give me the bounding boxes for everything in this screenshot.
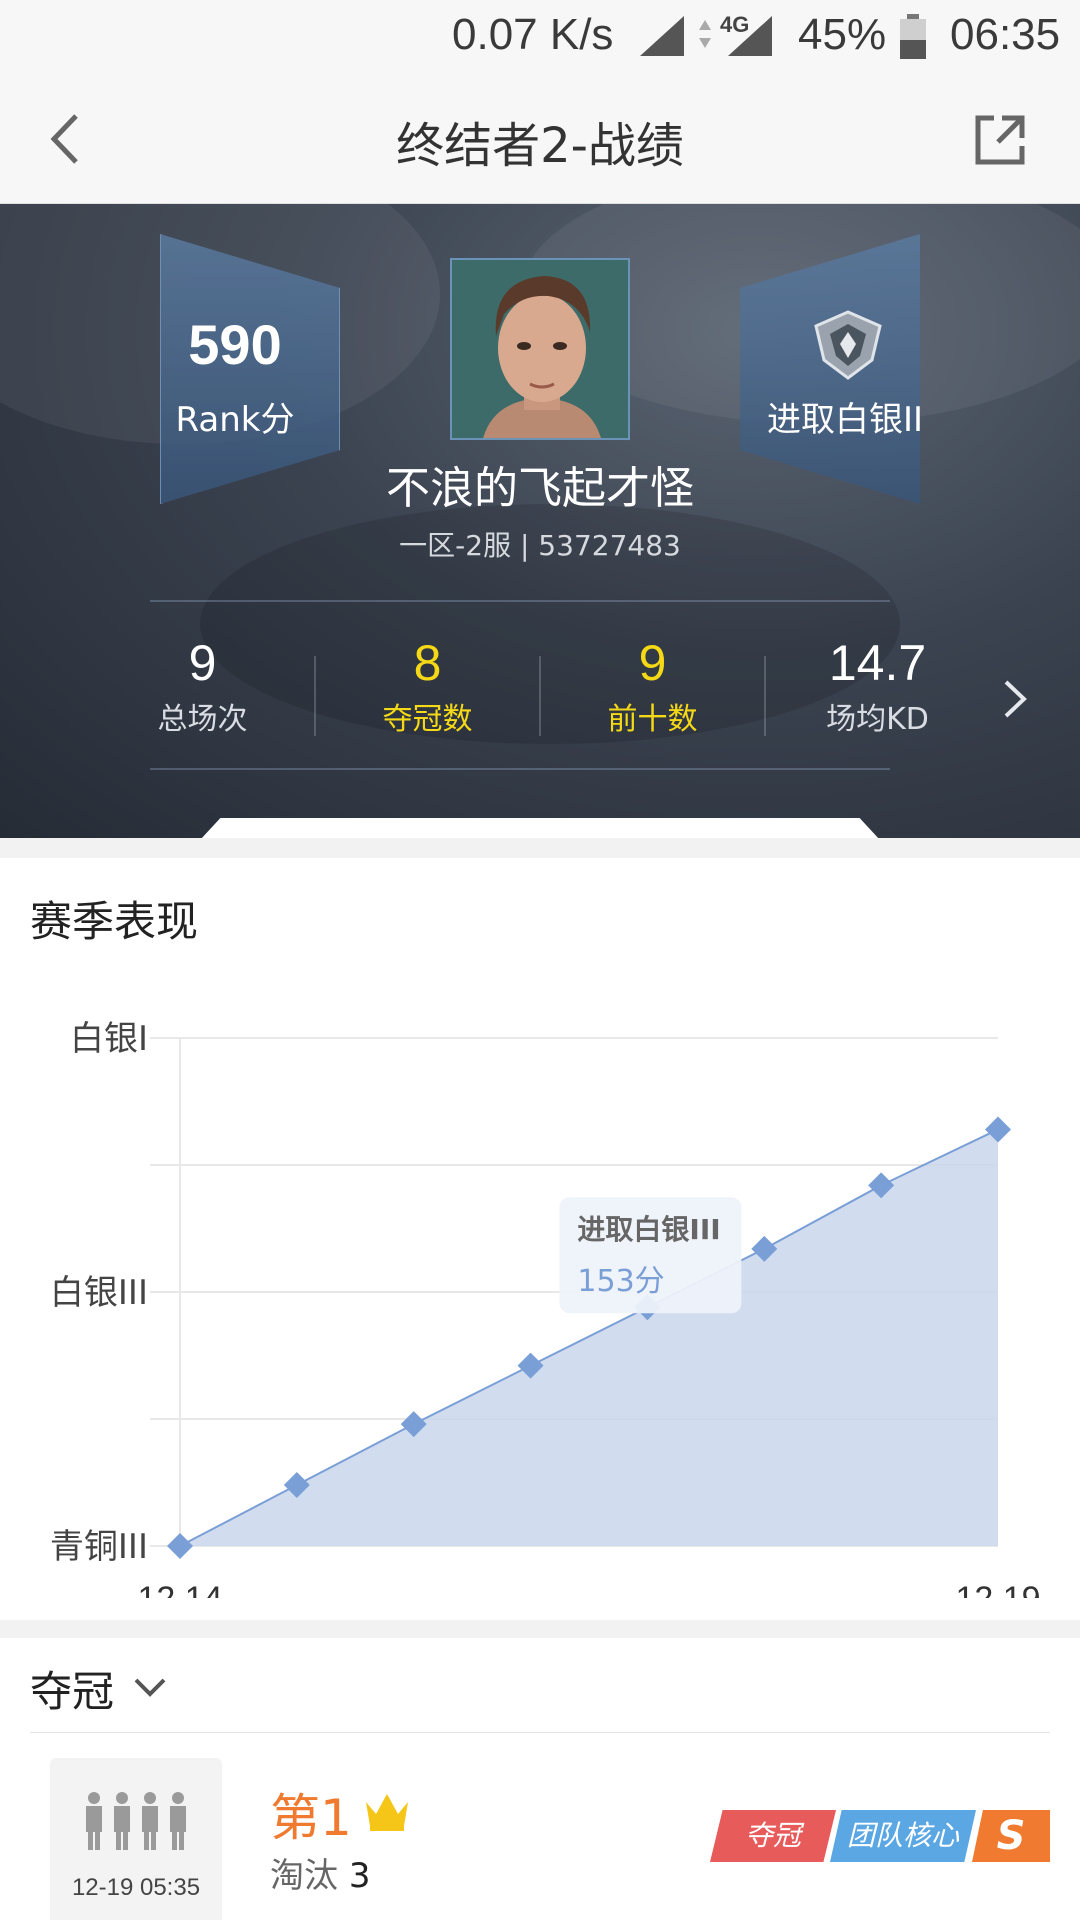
stat-label: 总场次 (157, 702, 248, 737)
crown-icon (366, 1794, 408, 1831)
chevron-right-icon[interactable] (1000, 674, 1030, 724)
data-point (167, 1533, 193, 1559)
divider (30, 1732, 1050, 1733)
x-tick-label: 12.19 (955, 1580, 1040, 1598)
y-tick-label: 白银III (50, 1273, 148, 1313)
stat-value: 8 (413, 635, 442, 691)
profile-hero: 590 Rank分 进取白银II 不浪的飞起才怪 一区-2服 | 5372748… (0, 204, 1080, 838)
stat-label: 前十数 (607, 702, 698, 737)
player-name: 不浪的飞起才怪 (386, 463, 694, 514)
stat-value: 9 (638, 635, 667, 691)
champion-filter-label[interactable]: 夺冠 (30, 1658, 114, 1719)
team-players-icon (86, 1792, 186, 1850)
y-tick-label: 白银I (70, 1019, 148, 1059)
battery-icon (900, 14, 926, 59)
status-bar: 0.07 K/s 4G 45% 06:35 (0, 0, 1080, 74)
data-arrows-icon (699, 20, 711, 48)
signal-4g-icon (728, 16, 772, 56)
stat-value: 14.7 (828, 635, 927, 691)
tier-label: 进取白银II (766, 400, 924, 440)
x-tick-label: 12.14 (137, 1580, 222, 1598)
share-icon[interactable] (972, 112, 1028, 168)
avatar-portrait (452, 260, 628, 438)
stat-value: 9 (188, 635, 217, 691)
tag-grade: S (972, 1810, 1050, 1862)
stat-wins: 8 夺冠数 (315, 634, 540, 738)
tag-champion: 夺冠 (710, 1810, 836, 1862)
network-speed: 0.07 K/s (452, 10, 614, 59)
rank-label: Rank分 (175, 400, 295, 440)
y-tick-label: 青铜III (50, 1527, 148, 1567)
stat-avg-kd: 14.7 场均KD (765, 634, 990, 738)
silver-tier-icon (814, 310, 882, 380)
battery-percent: 45% (798, 10, 887, 59)
elimination-count: 淘汰 3 (270, 1848, 370, 1897)
stat-label: 场均KD (826, 702, 929, 737)
champion-section: 夺冠 12-19 05:35 第1 淘汰 3 夺冠 团队核心 S (0, 1638, 1080, 1920)
player-server: 一区-2服 | 53727483 (399, 529, 681, 562)
rank-value: 590 (188, 313, 282, 376)
chevron-down-icon[interactable] (130, 1672, 170, 1702)
season-chart: 白银I 白银III 青铜III 12.14 12.19 进取白银III 153分 (50, 1019, 1041, 1598)
page-title: 终结者2-战绩 (396, 118, 684, 174)
tooltip-title: 进取白银III (577, 1213, 720, 1246)
elimination-label: 淘汰 (270, 1856, 338, 1896)
match-placement: 第1 (270, 1789, 352, 1847)
avatar[interactable] (450, 258, 630, 440)
stat-label: 夺冠数 (382, 702, 473, 737)
tooltip-value: 153分 (577, 1264, 664, 1299)
stat-top-ten: 9 前十数 (540, 634, 765, 738)
season-section: 赛季表现 白银I 白银III 青铜III 12.14 12.19 进取白银III 153分 (0, 858, 1080, 1620)
match-time: 12-19 05:35 (71, 1874, 201, 1901)
stat-total-matches: 9 总场次 (90, 634, 315, 738)
nav-bar: 终结者2-战绩 (0, 74, 1080, 204)
season-title: 赛季表现 (30, 897, 199, 946)
signal-icon (640, 16, 684, 56)
hero-tab-indicator (200, 818, 880, 838)
app-screen: 0.07 K/s 4G 45% 06:35 终结者2-战绩 590 Rank分 … (0, 0, 1080, 1920)
elimination-value: 3 (348, 1856, 371, 1896)
clock: 06:35 (950, 10, 1061, 59)
tag-team-core: 团队核心 (830, 1810, 976, 1862)
